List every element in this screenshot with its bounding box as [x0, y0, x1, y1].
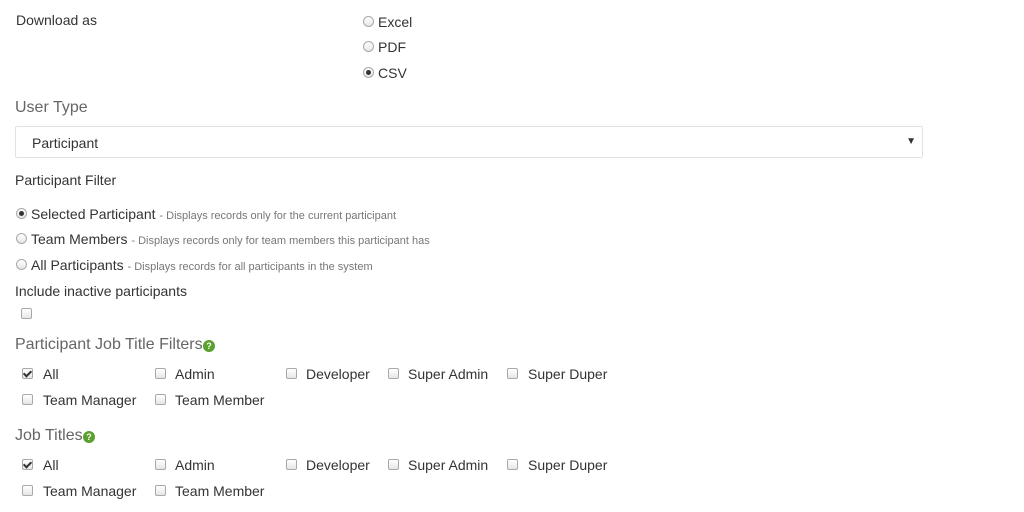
jtf-label-super-duper[interactable]: Super Duper [528, 366, 607, 382]
jtf-checkbox-super-admin[interactable] [388, 368, 399, 379]
jt-label-all[interactable]: All [43, 457, 59, 473]
jt-checkbox-super-admin[interactable] [388, 459, 399, 470]
radio-pdf-label[interactable]: PDF [378, 39, 406, 55]
jt-label-team-manager[interactable]: Team Manager [43, 483, 136, 499]
jt-label-super-duper[interactable]: Super Duper [528, 457, 607, 473]
radio-selected-participant-label[interactable]: Selected Participant - Displays records … [31, 206, 396, 222]
participant-filter-label: Participant Filter [15, 172, 117, 188]
download-as-label: Download as [16, 12, 97, 28]
radio-selected-participant[interactable] [16, 208, 27, 219]
include-inactive-checkbox[interactable] [21, 308, 32, 319]
selected-participant-desc: - Displays records only for the current … [159, 210, 397, 222]
radio-team-members-label[interactable]: Team Members - Displays records only for… [31, 231, 430, 247]
jtf-label-admin[interactable]: Admin [175, 366, 215, 382]
jtf-checkbox-admin[interactable] [155, 368, 166, 379]
jtf-checkbox-team-member[interactable] [155, 394, 166, 405]
user-type-selected-value: Participant [32, 135, 99, 151]
all-participants-title: All Participants [31, 257, 124, 273]
jtf-label-all[interactable]: All [43, 366, 59, 382]
jtf-checkbox-developer[interactable] [286, 368, 297, 379]
radio-excel[interactable] [363, 16, 374, 27]
jtf-checkbox-team-manager[interactable] [22, 394, 33, 405]
jt-checkbox-team-member[interactable] [155, 485, 166, 496]
jt-checkbox-team-manager[interactable] [22, 485, 33, 496]
chevron-down-icon: ▼ [906, 136, 916, 147]
radio-all-participants-label[interactable]: All Participants - Displays records for … [31, 257, 373, 273]
jt-label-team-member[interactable]: Team Member [175, 483, 264, 499]
jtf-checkbox-super-duper[interactable] [507, 368, 518, 379]
jt-label-super-admin[interactable]: Super Admin [408, 457, 488, 473]
radio-all-participants[interactable] [16, 259, 27, 270]
jt-checkbox-developer[interactable] [286, 459, 297, 470]
jt-label-admin[interactable]: Admin [175, 457, 215, 473]
team-members-title: Team Members [31, 231, 128, 247]
participant-job-title-filters-label: Participant Job Title Filters [15, 336, 203, 353]
help-icon[interactable]: ? [83, 431, 95, 443]
jtf-label-super-admin[interactable]: Super Admin [408, 366, 488, 382]
jt-label-developer[interactable]: Developer [306, 457, 370, 473]
selected-participant-title: Selected Participant [31, 206, 156, 222]
job-titles-label: Job Titles [15, 427, 83, 444]
help-icon[interactable]: ? [203, 340, 215, 352]
radio-team-members[interactable] [16, 233, 27, 244]
jtf-label-team-member[interactable]: Team Member [175, 392, 264, 408]
jtf-label-team-manager[interactable]: Team Manager [43, 392, 136, 408]
team-members-desc: - Displays records only for team members… [131, 235, 430, 247]
jtf-label-developer[interactable]: Developer [306, 366, 370, 382]
radio-csv-label[interactable]: CSV [378, 65, 407, 81]
radio-pdf[interactable] [363, 41, 374, 52]
include-inactive-label: Include inactive participants [15, 283, 187, 299]
jt-checkbox-admin[interactable] [155, 459, 166, 470]
jt-checkbox-super-duper[interactable] [507, 459, 518, 470]
user-type-label: User Type [15, 99, 88, 116]
all-participants-desc: - Displays records for all participants … [127, 261, 373, 273]
jt-checkbox-all[interactable] [22, 459, 33, 470]
user-type-select[interactable]: Participant ▼ [15, 126, 923, 158]
radio-excel-label[interactable]: Excel [378, 14, 412, 30]
jtf-checkbox-all[interactable] [22, 368, 33, 379]
radio-csv[interactable] [363, 67, 374, 78]
